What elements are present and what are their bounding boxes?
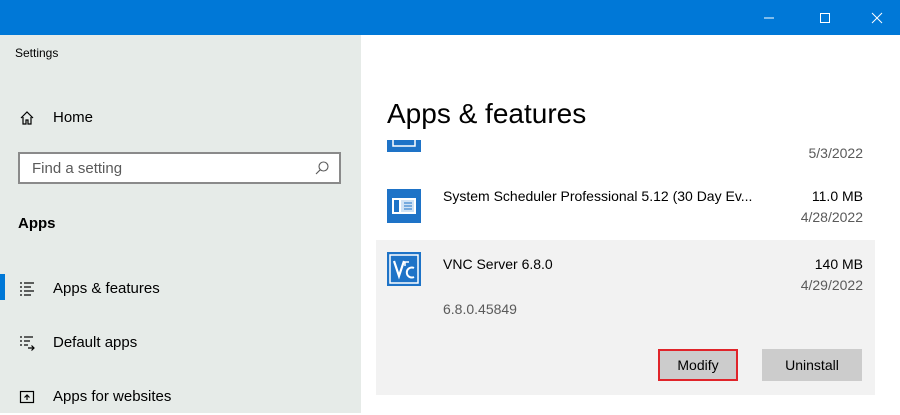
app-icon: [387, 140, 421, 152]
home-icon: [19, 110, 35, 131]
sidebar-item-apps-features[interactable]: Apps & features: [0, 271, 361, 307]
app-list[interactable]: 5/3/2022 System Scheduler Professional 5…: [376, 140, 875, 413]
apps-for-websites-icon: [19, 389, 35, 410]
minimize-button[interactable]: [746, 0, 792, 35]
default-apps-icon: [19, 335, 35, 356]
title-bar: [0, 0, 900, 35]
sidebar-item-label: Apps for websites: [53, 388, 172, 405]
list-item[interactable]: 5/3/2022: [376, 140, 875, 176]
close-icon: [871, 12, 883, 23]
sidebar-item-default-apps[interactable]: Default apps: [0, 325, 361, 361]
sidebar-item-label: Default apps: [53, 334, 138, 351]
search-input[interactable]: [32, 159, 302, 177]
app-date: 4/28/2022: [800, 209, 863, 225]
search-box[interactable]: [18, 152, 341, 184]
page-title: Apps & features: [387, 98, 587, 129]
sidebar-item-apps-for-websites[interactable]: Apps for websites: [0, 379, 361, 415]
list-item-selected[interactable]: VNC Server 6.8.0 140 MB 4/29/2022 6.8.0.…: [376, 240, 875, 395]
list-item[interactable]: System Scheduler Professional 5.12 (30 D…: [376, 178, 875, 236]
modify-button[interactable]: Modify: [658, 349, 738, 381]
minimize-icon: [764, 17, 774, 18]
section-heading-apps: Apps: [18, 215, 56, 232]
window-title: Settings: [15, 46, 59, 60]
maximize-icon: [820, 12, 830, 23]
scheduler-app-icon: [387, 189, 421, 223]
app-size: 140 MB: [814, 256, 863, 272]
close-button[interactable]: [854, 0, 900, 35]
uninstall-button[interactable]: Uninstall: [762, 349, 862, 381]
sidebar-item-label: Apps & features: [53, 280, 160, 297]
sidebar-item-home[interactable]: Home: [0, 105, 361, 131]
app-date: 5/3/2022: [808, 145, 864, 161]
app-name: System Scheduler Professional 5.12 (30 D…: [443, 188, 753, 204]
active-indicator: [0, 274, 5, 300]
search-icon[interactable]: [314, 160, 330, 181]
apps-list-icon: [19, 281, 35, 302]
app-name: VNC Server 6.8.0: [443, 256, 553, 272]
sidebar-item-home-label: Home: [53, 109, 94, 126]
maximize-button[interactable]: [802, 0, 848, 35]
sidebar: Settings Home Apps: [0, 35, 361, 413]
app-version: 6.8.0.45849: [443, 301, 517, 317]
vnc-app-icon: [387, 252, 421, 286]
app-size: 11.0 MB: [811, 188, 863, 204]
app-date: 4/29/2022: [800, 277, 863, 293]
